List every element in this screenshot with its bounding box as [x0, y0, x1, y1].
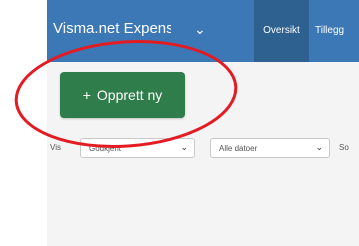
app-window: Visma.net Expense ⌄ Oversikt Tillegg + O… [47, 0, 359, 246]
chevron-down-icon: ⌄ [315, 142, 323, 152]
date-range-select-value: Alle datoer [219, 144, 258, 153]
tab-additions[interactable]: Tillegg [315, 0, 359, 62]
sort-label: So [339, 143, 349, 152]
plus-icon: + [82, 87, 91, 103]
chevron-down-icon[interactable]: ⌄ [194, 21, 206, 38]
chevron-down-icon: ⌄ [180, 142, 188, 152]
app-title[interactable]: Visma.net Expense [53, 20, 171, 37]
status-select-value: Godkjent [89, 144, 122, 153]
status-select[interactable]: Godkjent ⌄ [80, 138, 195, 158]
top-navigation-bar: Visma.net Expense ⌄ Oversikt Tillegg [47, 0, 359, 62]
create-new-label: Opprett ny [96, 87, 163, 103]
show-filter-label: Vis [50, 143, 61, 152]
filter-bar: Vis Godkjent ⌄ Alle datoer ⌄ So [47, 138, 359, 158]
create-new-button[interactable]: + Opprett ny [60, 72, 185, 118]
date-range-select[interactable]: Alle datoer ⌄ [210, 138, 330, 158]
tab-overview[interactable]: Oversikt [254, 0, 309, 62]
